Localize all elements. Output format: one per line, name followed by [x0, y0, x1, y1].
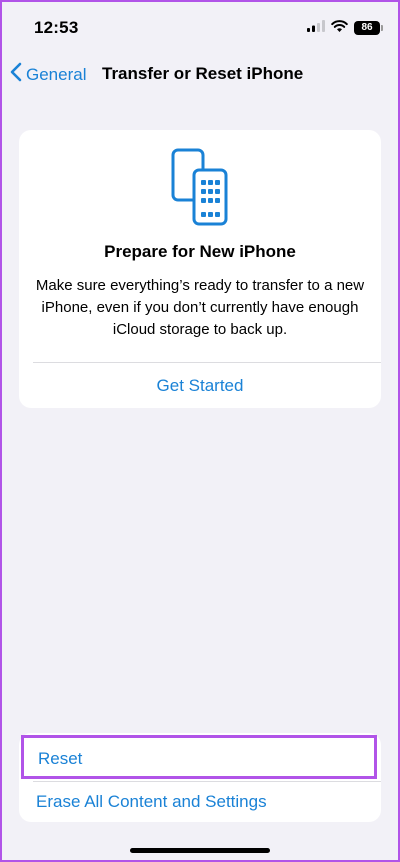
- reset-label: Reset: [38, 749, 83, 768]
- wifi-icon: [331, 19, 348, 37]
- screen-frame: 12:53 86 General Transfer or Reset iPhon…: [0, 0, 400, 862]
- signal-icon: [307, 19, 325, 37]
- navigation-bar: General Transfer or Reset iPhone: [2, 54, 398, 94]
- prepare-card: Prepare for New iPhone Make sure everyth…: [19, 130, 381, 408]
- home-indicator[interactable]: [130, 848, 270, 853]
- erase-all-button[interactable]: Erase All Content and Settings: [19, 782, 381, 822]
- status-bar: 12:53 86: [2, 2, 398, 52]
- card-title: Prepare for New iPhone: [104, 242, 296, 261]
- card-description: Make sure everything’s ready to transfer…: [35, 277, 365, 338]
- get-started-button[interactable]: Get Started: [19, 376, 381, 396]
- chevron-left-icon: [10, 62, 22, 87]
- status-time: 12:53: [34, 18, 79, 37]
- reset-button[interactable]: Reset: [21, 735, 377, 779]
- battery-icon: 86: [354, 21, 383, 35]
- status-icons: 86: [307, 19, 383, 37]
- back-button[interactable]: General: [10, 62, 86, 87]
- card-divider: [33, 362, 381, 363]
- back-button-label: General: [26, 64, 87, 84]
- phones-transfer-icon: [170, 148, 232, 233]
- erase-all-label: Erase All Content and Settings: [36, 792, 267, 811]
- page-title: Transfer or Reset iPhone: [102, 64, 304, 83]
- reset-options-group: Reset Erase All Content and Settings: [19, 733, 381, 822]
